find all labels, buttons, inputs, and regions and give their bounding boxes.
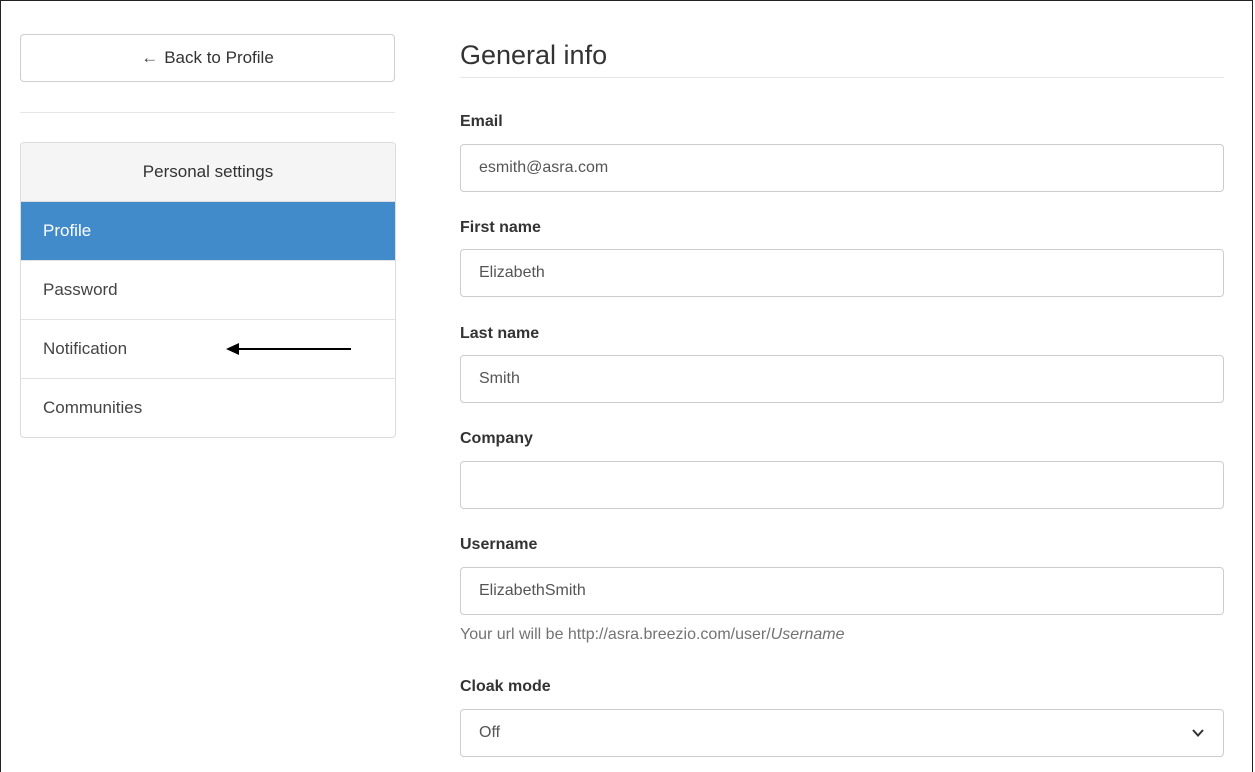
first-name-field[interactable] <box>460 249 1224 297</box>
username-help-prefix: Your url will be http://asra.breezio.com… <box>460 626 771 643</box>
company-field[interactable] <box>460 461 1224 509</box>
sidebar-item-notification[interactable]: Notification <box>21 319 395 378</box>
username-help-text: Your url will be http://asra.breezio.com… <box>460 626 844 644</box>
sidebar-item-label: Communities <box>43 398 143 417</box>
username-label: Username <box>460 536 538 553</box>
last-name-label: Last name <box>460 325 540 342</box>
personal-settings-panel: Personal settings Profile Password Notif… <box>20 142 396 438</box>
back-to-profile-label: Back to Profile <box>164 48 274 67</box>
sidebar-item-password[interactable]: Password <box>21 260 395 319</box>
sidebar-item-communities[interactable]: Communities <box>21 378 395 437</box>
cloak-mode-label: Cloak mode <box>460 678 551 695</box>
email-label: Email <box>460 113 503 130</box>
chevron-down-icon <box>1192 729 1204 737</box>
company-label: Company <box>460 430 533 447</box>
sidebar-item-profile[interactable]: Profile <box>21 202 395 260</box>
last-name-field[interactable] <box>460 355 1224 403</box>
email-field[interactable] <box>460 144 1224 192</box>
title-divider <box>460 77 1224 78</box>
sidebar-item-label: Notification <box>43 339 128 358</box>
back-arrow-icon: ← <box>141 48 159 67</box>
sidebar-item-label: Profile <box>43 221 92 240</box>
left-arrow-icon <box>226 343 351 355</box>
page-title: General info <box>460 40 608 70</box>
panel-heading: Personal settings <box>21 143 395 202</box>
first-name-label: First name <box>460 219 541 236</box>
username-help-placeholder: Username <box>770 626 845 643</box>
cloak-mode-select[interactable]: Off <box>460 709 1224 757</box>
sidebar-divider <box>20 112 395 113</box>
username-field[interactable] <box>460 567 1224 615</box>
back-to-profile-button[interactable]: ← Back to Profile <box>20 34 395 82</box>
sidebar-item-label: Password <box>43 280 118 299</box>
cloak-mode-value: Off <box>479 724 501 741</box>
